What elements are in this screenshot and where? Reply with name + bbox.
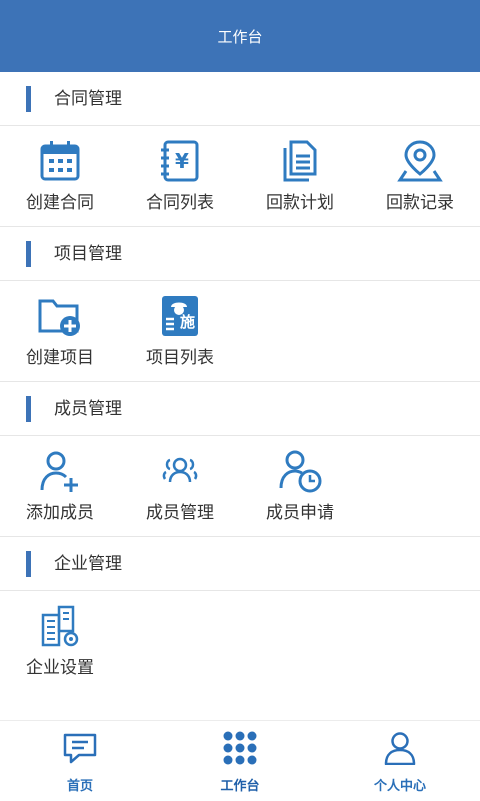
create-project-button[interactable]: 创建项目 <box>0 281 120 381</box>
tab-workbench[interactable]: 工作台 <box>160 721 320 801</box>
workbench-content: 合同管理 创建合同 ¥ 合同列表 回款计划 回款记录 项目管理 创建项目 施 项… <box>0 72 480 692</box>
calendar-icon <box>40 141 80 181</box>
app-header: 工作台 <box>0 0 480 72</box>
section-accent-bar <box>26 396 31 422</box>
tab-home-label: 首页 <box>66 779 93 794</box>
add-member-button[interactable]: 添加成员 <box>0 436 120 536</box>
company-settings-button[interactable]: 企业设置 <box>0 591 120 692</box>
section-header-contracts: 合同管理 <box>0 72 480 126</box>
section-header-projects: 项目管理 <box>0 227 480 281</box>
user-add-icon <box>40 451 78 492</box>
company-settings-label: 企业设置 <box>26 658 94 678</box>
section-accent-bar <box>26 86 31 112</box>
section-title: 企业管理 <box>54 554 122 574</box>
section-grid-projects: 创建项目 施 项目列表 <box>0 281 480 382</box>
section-grid-company: 企业设置 <box>0 591 480 692</box>
page-title: 工作台 <box>217 27 263 46</box>
tab-profile-label: 个人中心 <box>373 779 426 794</box>
svg-text:¥: ¥ <box>175 149 189 173</box>
person-icon <box>384 732 416 765</box>
grid-dots-icon <box>223 731 257 765</box>
tab-profile[interactable]: 个人中心 <box>320 721 480 801</box>
create-contract-label: 创建合同 <box>26 193 94 213</box>
contract-list-label: 合同列表 <box>146 193 214 213</box>
project-badge: 施 <box>180 313 196 331</box>
section-accent-bar <box>26 241 31 267</box>
user-clock-icon <box>279 450 322 493</box>
payment-record-button[interactable]: 回款记录 <box>360 126 480 226</box>
section-header-members: 成员管理 <box>0 382 480 436</box>
tab-workbench-label: 工作台 <box>220 779 260 794</box>
section-title: 成员管理 <box>54 399 122 419</box>
section-title: 合同管理 <box>54 89 122 109</box>
contract-list-button[interactable]: ¥ 合同列表 <box>120 126 240 226</box>
section-header-company: 企业管理 <box>0 537 480 591</box>
member-management-button[interactable]: 成员管理 <box>120 436 240 536</box>
tab-home[interactable]: 首页 <box>0 721 160 801</box>
message-icon <box>63 733 97 764</box>
create-project-label: 创建项目 <box>26 348 94 368</box>
section-grid-contracts: 创建合同 ¥ 合同列表 回款计划 回款记录 <box>0 126 480 227</box>
member-application-label: 成员申请 <box>266 503 334 523</box>
payment-plan-button[interactable]: 回款计划 <box>240 126 360 226</box>
folder-add-icon <box>38 299 80 336</box>
create-contract-button[interactable]: 创建合同 <box>0 126 120 226</box>
member-application-button[interactable]: 成员申请 <box>240 436 360 536</box>
project-list-button[interactable]: 施 项目列表 <box>120 281 240 381</box>
users-group-icon <box>162 457 198 483</box>
building-settings-icon <box>41 605 79 647</box>
member-management-label: 成员管理 <box>146 503 214 523</box>
bottom-tab-bar: 首页 工作台 个人中心 <box>0 720 480 800</box>
add-member-label: 添加成员 <box>26 503 94 523</box>
project-list-label: 项目列表 <box>146 348 214 368</box>
documents-icon <box>283 140 317 182</box>
section-grid-members: 添加成员 成员管理 成员申请 <box>0 436 480 537</box>
section-title: 项目管理 <box>54 244 122 264</box>
section-accent-bar <box>26 551 31 577</box>
yuan-notebook-icon: ¥ <box>161 140 199 182</box>
payment-record-label: 回款记录 <box>386 193 454 213</box>
location-pin-icon <box>397 140 443 182</box>
payment-plan-label: 回款计划 <box>266 193 334 213</box>
